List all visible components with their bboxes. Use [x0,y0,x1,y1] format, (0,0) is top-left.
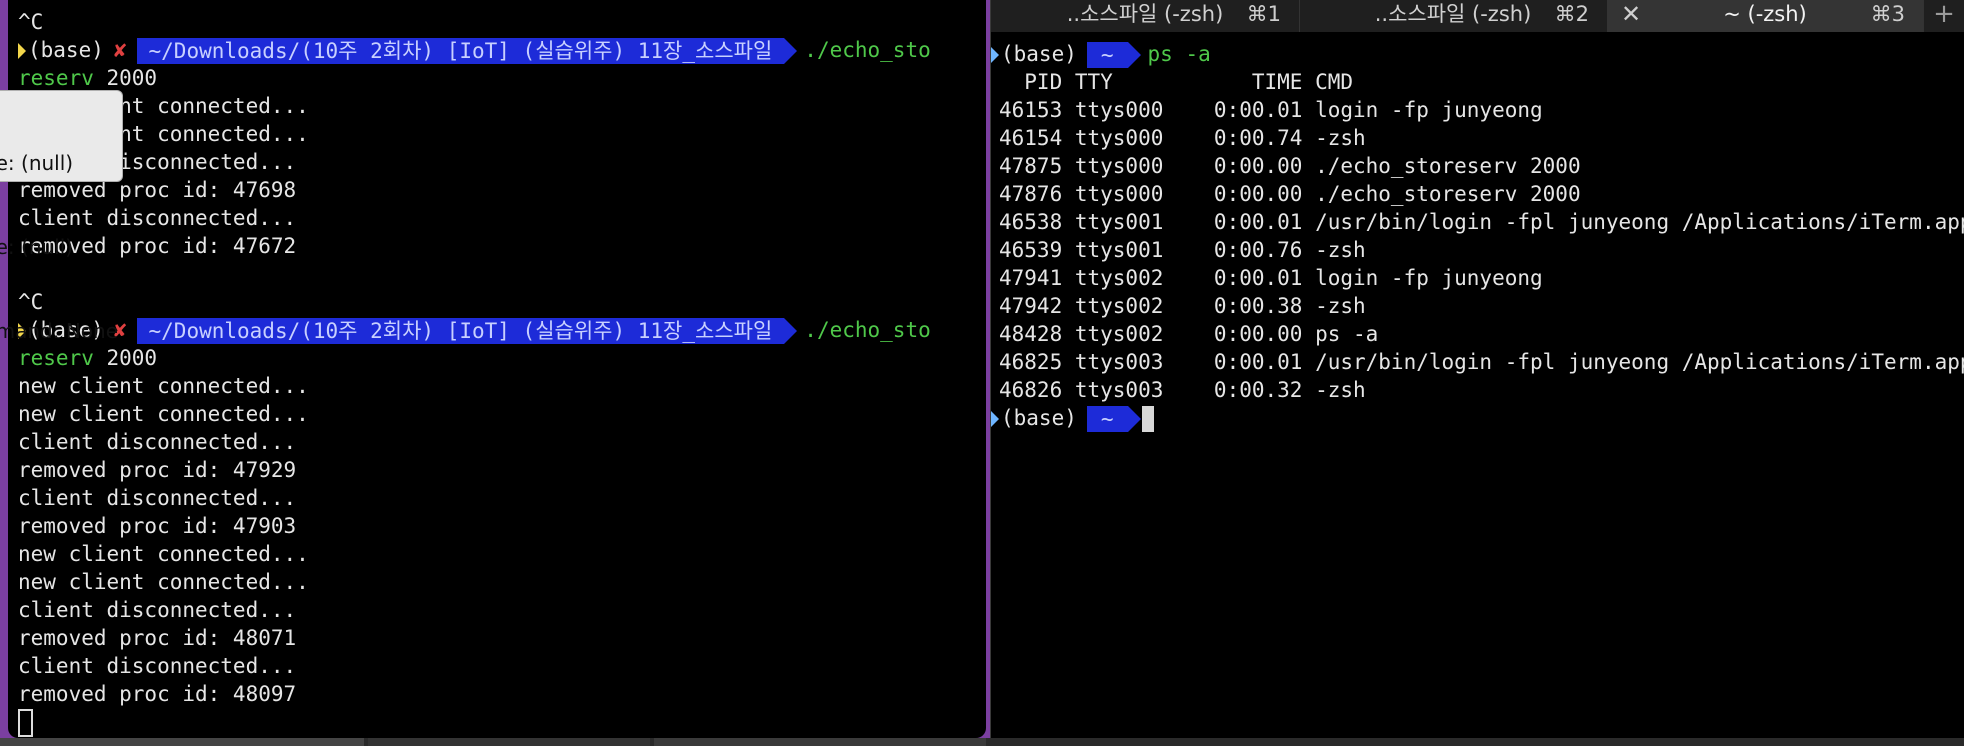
bottom-segment [368,738,650,746]
output-line: 47875 ttys000 0:00.00 ./echo_storeserv 2… [999,154,1581,178]
command-wrap: reserv [18,66,94,90]
tab-3-shortcut: ⌘3 [1870,2,1905,26]
output-line: new client connected... [18,122,309,146]
prompt-line: (base) ✘ ~/Downloads/(10주 2회차) [IoT] (실습위주… [18,316,986,344]
new-tab-plus-icon[interactable]: + [1929,0,1959,32]
error-x-icon: ✘ [113,38,127,62]
output-line: new client connected... [18,570,309,594]
command-wrap-line: reserv 2000 [18,64,986,92]
output-line: client disconnected... [18,150,297,174]
output-line: 47941 ttys002 0:00.01 login -fp junyeong [999,266,1543,290]
home-badge: ~ [1086,42,1141,68]
tooltip-line-2: e: (null) [0,235,74,259]
tab-1-shortcut: ⌘1 [1246,2,1281,26]
output-line: 47942 ttys002 0:00.38 -zsh [999,294,1366,318]
tab-3[interactable]: ✕ ~ (-zsh) ⌘3 [1607,0,1924,32]
first-output-block: new client connected... new client connec… [18,92,986,260]
output-line: 46538 ttys001 0:00.01 /usr/bin/login -fp… [999,210,1964,234]
output-line: new client connected... [18,94,309,118]
prompt-line: (base) ~ [991,404,1964,432]
output-line: removed proc id: 48071 [18,626,297,650]
output-line: new client connected... [18,402,309,426]
output-line: client disconnected... [18,206,297,230]
terminal-cursor [18,709,33,737]
ps-output: 46153 ttys000 0:00.01 login -fp junyeong… [991,96,1964,404]
session-info-tooltip: e: (null) e: (null) mand: None [0,90,123,343]
tooltip-line-1: e: (null) [0,151,74,175]
command-text: ./echo_sto [804,38,931,62]
output-line: 46153 ttys000 0:00.01 login -fp junyeong [999,98,1543,122]
tooltip-line-3: mand: None [0,319,118,343]
left-output: ^C (base) ✘ ~/Downloads/(10주 2회차) [IoT] (실… [18,8,986,737]
output-line: client disconnected... [18,430,297,454]
tab-1[interactable]: ..소스파일 (-zsh) ⌘1 [991,0,1300,32]
tab-1-label: ..소스파일 (-zsh) [1066,2,1224,26]
cursor-line [18,708,986,737]
output-line: new client connected... [18,542,309,566]
prompt-prefix: (base) [1001,42,1077,66]
right-terminal-pane[interactable]: ..소스파일 (-zsh) ⌘1 ..소스파일 (-zsh) ⌘2 ✕ ~ (-… [990,0,1964,742]
output-line: 46826 ttys003 0:00.32 -zsh [999,378,1366,402]
output-line: removed proc id: 47698 [18,178,297,202]
output-line: removed proc id: 47929 [18,458,297,482]
output-line: 46825 ttys003 0:00.01 /usr/bin/login -fp… [999,350,1964,374]
output-line: removed proc id: 47903 [18,514,297,538]
output-line: new client connected... [18,374,309,398]
path-badge: ~/Downloads/(10주 2회차) [IoT] (실습위주) 11장_소… [136,318,798,344]
tab-2[interactable]: ..소스파일 (-zsh) ⌘2 [1299,0,1608,32]
prompt-arrow-icon [991,411,999,427]
output-line: client disconnected... [18,654,297,678]
prompt-arrow-icon [991,47,999,63]
tab-bar: ..소스파일 (-zsh) ⌘1 ..소스파일 (-zsh) ⌘2 ✕ ~ (-… [991,0,1964,32]
tab-2-label: ..소스파일 (-zsh) [1374,2,1532,26]
bottom-segment [654,738,986,746]
output-line: client disconnected... [18,598,297,622]
ps-header: PID TTY TIME CMD [999,70,1354,94]
output-line: 46539 ttys001 0:00.76 -zsh [999,238,1366,262]
right-output: (base) ~ ps -a PID TTY TIME CMD 46153 ttys… [991,40,1964,432]
prompt-prefix: (base) [28,38,104,62]
path-badge: ~/Downloads/(10주 2회차) [IoT] (실습위주) 11장_소… [136,38,798,64]
output-line: 48428 ttys002 0:00.00 ps -a [999,322,1379,346]
tab-2-shortcut: ⌘2 [1554,2,1589,26]
bottom-segment [0,738,364,746]
output-line: 46154 ttys000 0:00.74 -zsh [999,126,1366,150]
command-text: ps -a [1147,42,1211,66]
command-arg: 2000 [93,66,158,90]
terminal-cursor [1141,406,1154,432]
ctrl-c-line: ^C [18,10,44,34]
output-line: client disconnected... [18,486,297,510]
prompt-line: (base) ✘ ~/Downloads/(10주 2회차) [IoT] (실습위주… [18,36,986,64]
output-line: 47876 ttys000 0:00.00 ./echo_storeserv 2… [999,182,1581,206]
ctrl-c-line: ^C [18,290,44,314]
output-line: removed proc id: 47672 [18,234,297,258]
command-text: ./echo_sto [804,318,931,342]
output-line: removed proc id: 48097 [18,682,297,706]
prompt-line: (base) ~ ps -a [991,40,1964,68]
bottom-strip [0,738,1964,746]
close-icon[interactable]: ✕ [1621,0,1641,28]
second-output-block: new client connected... new client connec… [18,372,986,708]
tab-3-label: ~ (-zsh) [1723,2,1807,26]
prompt-prefix: (base) [1001,406,1077,430]
left-terminal-pane[interactable]: ^C (base) ✘ ~/Downloads/(10주 2회차) [IoT] (실… [8,0,986,738]
home-badge: ~ [1086,406,1141,432]
prompt-arrow-icon [18,43,26,59]
command-wrap-line: reserv 2000 [18,344,986,372]
